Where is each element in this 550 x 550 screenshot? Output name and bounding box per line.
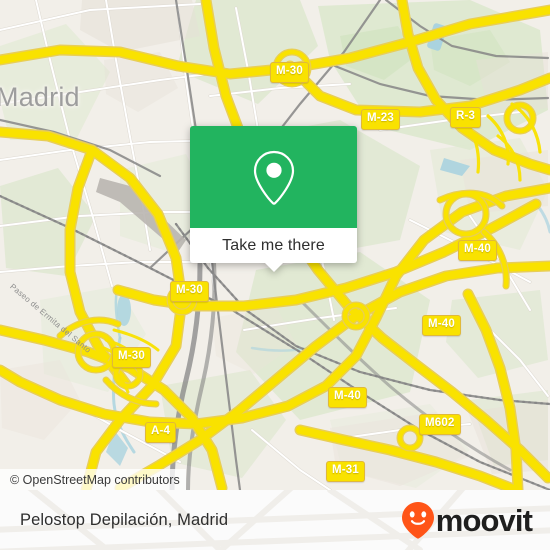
- road-shield[interactable]: M-40: [422, 315, 462, 336]
- moovit-map-screen: .g { fill:#cfe3bd; } .g2 { fill:#dfead2;…: [0, 0, 550, 550]
- road-shield[interactable]: M-40: [458, 240, 498, 261]
- location-pin-icon: [253, 150, 294, 205]
- road-shield[interactable]: M602: [419, 414, 461, 435]
- attribution-text: © OpenStreetMap contributors: [10, 472, 180, 487]
- road-shield[interactable]: M-30: [112, 347, 152, 368]
- popup-graphic-area: [190, 126, 357, 228]
- moovit-wordmark: moovit: [435, 502, 533, 538]
- location-popup-card[interactable]: Take me there: [190, 126, 357, 272]
- road-shield[interactable]: M-31: [326, 461, 366, 482]
- take-me-there-button[interactable]: Take me there: [222, 237, 325, 255]
- place-name-label: Pelostop Depilación, Madrid: [20, 510, 229, 529]
- road-shield[interactable]: M-23: [361, 109, 401, 130]
- road-shield[interactable]: M-40: [328, 387, 368, 408]
- moovit-brand[interactable]: moovit: [401, 501, 533, 539]
- road-shield[interactable]: R-3: [450, 107, 482, 128]
- popup-pointer-tail: [263, 262, 284, 272]
- moovit-smiley-pin-icon: [401, 502, 434, 539]
- road-shield[interactable]: M-30: [270, 62, 310, 83]
- map-canvas[interactable]: .g { fill:#cfe3bd; } .g2 { fill:#dfead2;…: [0, 0, 550, 490]
- bottom-info-bar: Pelostop Depilación, Madrid moovit: [0, 490, 550, 550]
- road-shield[interactable]: M-30: [170, 281, 210, 302]
- map-attribution[interactable]: © OpenStreetMap contributors: [0, 469, 186, 490]
- road-shield[interactable]: A-4: [145, 422, 177, 443]
- popup-action-bar[interactable]: Take me there: [190, 228, 357, 272]
